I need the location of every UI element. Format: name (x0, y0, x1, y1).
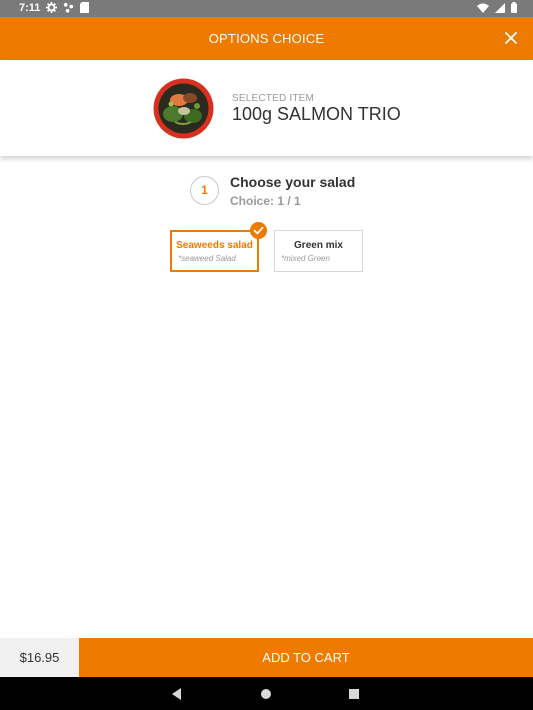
close-icon[interactable] (501, 28, 521, 48)
signal-icon (495, 2, 505, 13)
option-name: Seaweeds salad (176, 240, 253, 251)
back-icon[interactable] (168, 685, 186, 703)
salmon-bowl-image (153, 78, 214, 139)
battery-icon (511, 2, 517, 13)
home-icon[interactable] (257, 685, 275, 703)
recents-icon[interactable] (345, 685, 363, 703)
selected-item-label: SELECTED ITEM (232, 93, 315, 104)
selected-item-name: 100g SALMON TRIO (232, 104, 401, 124)
option-description: *seaweed Salad (178, 254, 236, 263)
checkmark-icon (250, 222, 267, 239)
status-time: 7:11 (19, 2, 41, 14)
page-title: OPTIONS CHOICE (208, 31, 325, 46)
step-title: Choose your salad (230, 174, 356, 190)
option-card-seaweeds-salad[interactable]: Seaweeds salad *seaweed Salad (170, 230, 259, 272)
status-right-icons (477, 2, 517, 13)
add-to-cart-button[interactable]: ADD TO CART (79, 638, 533, 677)
gear-icon (46, 2, 57, 13)
network-icon (63, 2, 74, 13)
selected-item-panel: SELECTED ITEM 100g SALMON TRIO (0, 60, 533, 156)
options-header: OPTIONS CHOICE (0, 17, 533, 60)
status-left-icons (46, 2, 89, 13)
step-number-badge: 1 (190, 176, 219, 205)
option-name: Green mix (294, 240, 343, 251)
wifi-icon (477, 3, 489, 13)
sd-card-icon (80, 2, 89, 13)
system-nav-bar (0, 677, 533, 710)
step-choice-count: Choice: 1 / 1 (230, 194, 301, 208)
total-price: $16.95 (0, 638, 79, 677)
status-bar: 7:11 (0, 0, 533, 17)
option-card-green-mix[interactable]: Green mix *mixed Green (274, 230, 363, 272)
option-description: *mixed Green (281, 254, 330, 263)
